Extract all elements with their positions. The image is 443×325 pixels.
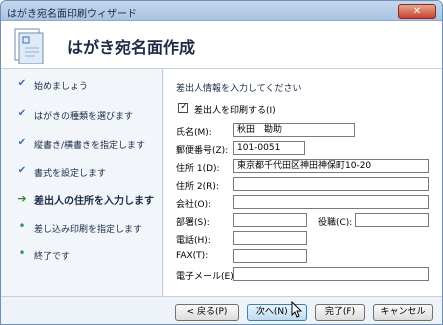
postal-code-label: 郵便番号(Z): bbox=[176, 146, 229, 156]
page-title: はがき宛名面作成 bbox=[67, 38, 196, 57]
phone-label: 電話(H): bbox=[176, 236, 211, 246]
checkmark-icon: ✔ bbox=[17, 137, 27, 148]
window-title: はがき宛名面印刷ウィザード bbox=[7, 9, 137, 20]
postal-code-field[interactable]: 101-0051 bbox=[233, 141, 305, 155]
company-field[interactable] bbox=[233, 195, 429, 209]
name-field[interactable]: 秋田 勘助 bbox=[233, 123, 355, 137]
fax-label: FAX(T): bbox=[176, 251, 209, 261]
bullet-icon: • bbox=[18, 246, 26, 260]
email-field[interactable] bbox=[233, 267, 429, 281]
step-label: 差し込み印刷を指定します bbox=[34, 225, 143, 235]
wizard-steps-sidebar: ✔ 始めましょう ✔ はがきの種類を選びます ✔ 縦書き/横書きを指定します ✔… bbox=[1, 69, 163, 296]
step-label: 縦書き/横書きを指定します bbox=[34, 141, 146, 151]
checkmark-icon: ✔ bbox=[17, 78, 27, 89]
address2-label: 住所 2(R): bbox=[176, 182, 219, 192]
step-label: 始めましょう bbox=[34, 82, 89, 92]
arrow-right-icon: ➔ bbox=[17, 192, 27, 205]
print-sender-checkbox[interactable]: ✓ bbox=[178, 102, 188, 113]
postcard-icon bbox=[14, 28, 44, 64]
close-button[interactable]: ✕ bbox=[398, 4, 436, 19]
department-field[interactable] bbox=[233, 213, 307, 227]
department-label: 部署(S): bbox=[176, 218, 210, 228]
job-title-label: 役職(C): bbox=[318, 218, 353, 228]
wizard-window: はがき宛名面印刷ウィザード ✕ はがき宛名面作成 ✔ 始めましょう ✔ はがきの… bbox=[0, 0, 443, 325]
wizard-footer: < 戻る(P) 次へ(N) > 完了(F) キャンセル bbox=[1, 296, 442, 324]
address1-field[interactable]: 東京都千代田区神田神保町10-20 bbox=[233, 159, 429, 173]
title-bar[interactable]: はがき宛名面印刷ウィザード ✕ bbox=[1, 1, 442, 21]
address1-label: 住所 1(D): bbox=[176, 164, 220, 174]
step-label: 書式を設定します bbox=[34, 169, 107, 179]
step-getting-started[interactable]: ✔ 始めましょう bbox=[1, 76, 163, 94]
step-label: 終了です bbox=[34, 252, 71, 262]
step-finish[interactable]: • 終了です bbox=[1, 246, 163, 264]
step-orientation[interactable]: ✔ 縦書き/横書きを指定します bbox=[1, 135, 163, 153]
phone-field[interactable] bbox=[233, 231, 307, 245]
email-label: 電子メール(E): bbox=[176, 272, 237, 282]
print-sender-label: 差出人を印刷する(I) bbox=[194, 106, 276, 116]
name-label: 氏名(M): bbox=[176, 128, 212, 138]
step-postcard-type[interactable]: ✔ はがきの種類を選びます bbox=[1, 106, 163, 124]
finish-button[interactable]: 完了(F) bbox=[315, 304, 365, 321]
cancel-button[interactable]: キャンセル bbox=[373, 304, 433, 321]
bullet-icon: • bbox=[18, 219, 26, 233]
company-label: 会社(O): bbox=[176, 200, 212, 210]
sender-info-panel: 差出人情報を入力してください ✓ 差出人を印刷する(I) 氏名(M): 秋田 勘… bbox=[164, 69, 442, 296]
step-label: はがきの種類を選びます bbox=[34, 112, 134, 122]
checkmark-icon: ✔ bbox=[17, 165, 27, 176]
check-icon: ✓ bbox=[180, 102, 188, 112]
fax-field[interactable] bbox=[233, 249, 307, 263]
job-title-field[interactable] bbox=[355, 213, 429, 227]
step-label: 差出人の住所を入力します bbox=[34, 196, 154, 207]
step-sender-address[interactable]: ➔ 差出人の住所を入力します bbox=[1, 190, 163, 208]
step-format[interactable]: ✔ 書式を設定します bbox=[1, 163, 163, 181]
address2-field[interactable] bbox=[233, 177, 429, 191]
back-button[interactable]: < 戻る(P) bbox=[175, 304, 239, 321]
close-icon: ✕ bbox=[412, 6, 422, 17]
section-title: 差出人情報を入力してください bbox=[176, 84, 302, 94]
step-mail-merge[interactable]: • 差し込み印刷を指定します bbox=[1, 219, 163, 237]
mouse-cursor-icon bbox=[291, 301, 303, 318]
checkmark-icon: ✔ bbox=[17, 108, 27, 119]
wizard-header: はがき宛名面作成 bbox=[1, 21, 442, 69]
